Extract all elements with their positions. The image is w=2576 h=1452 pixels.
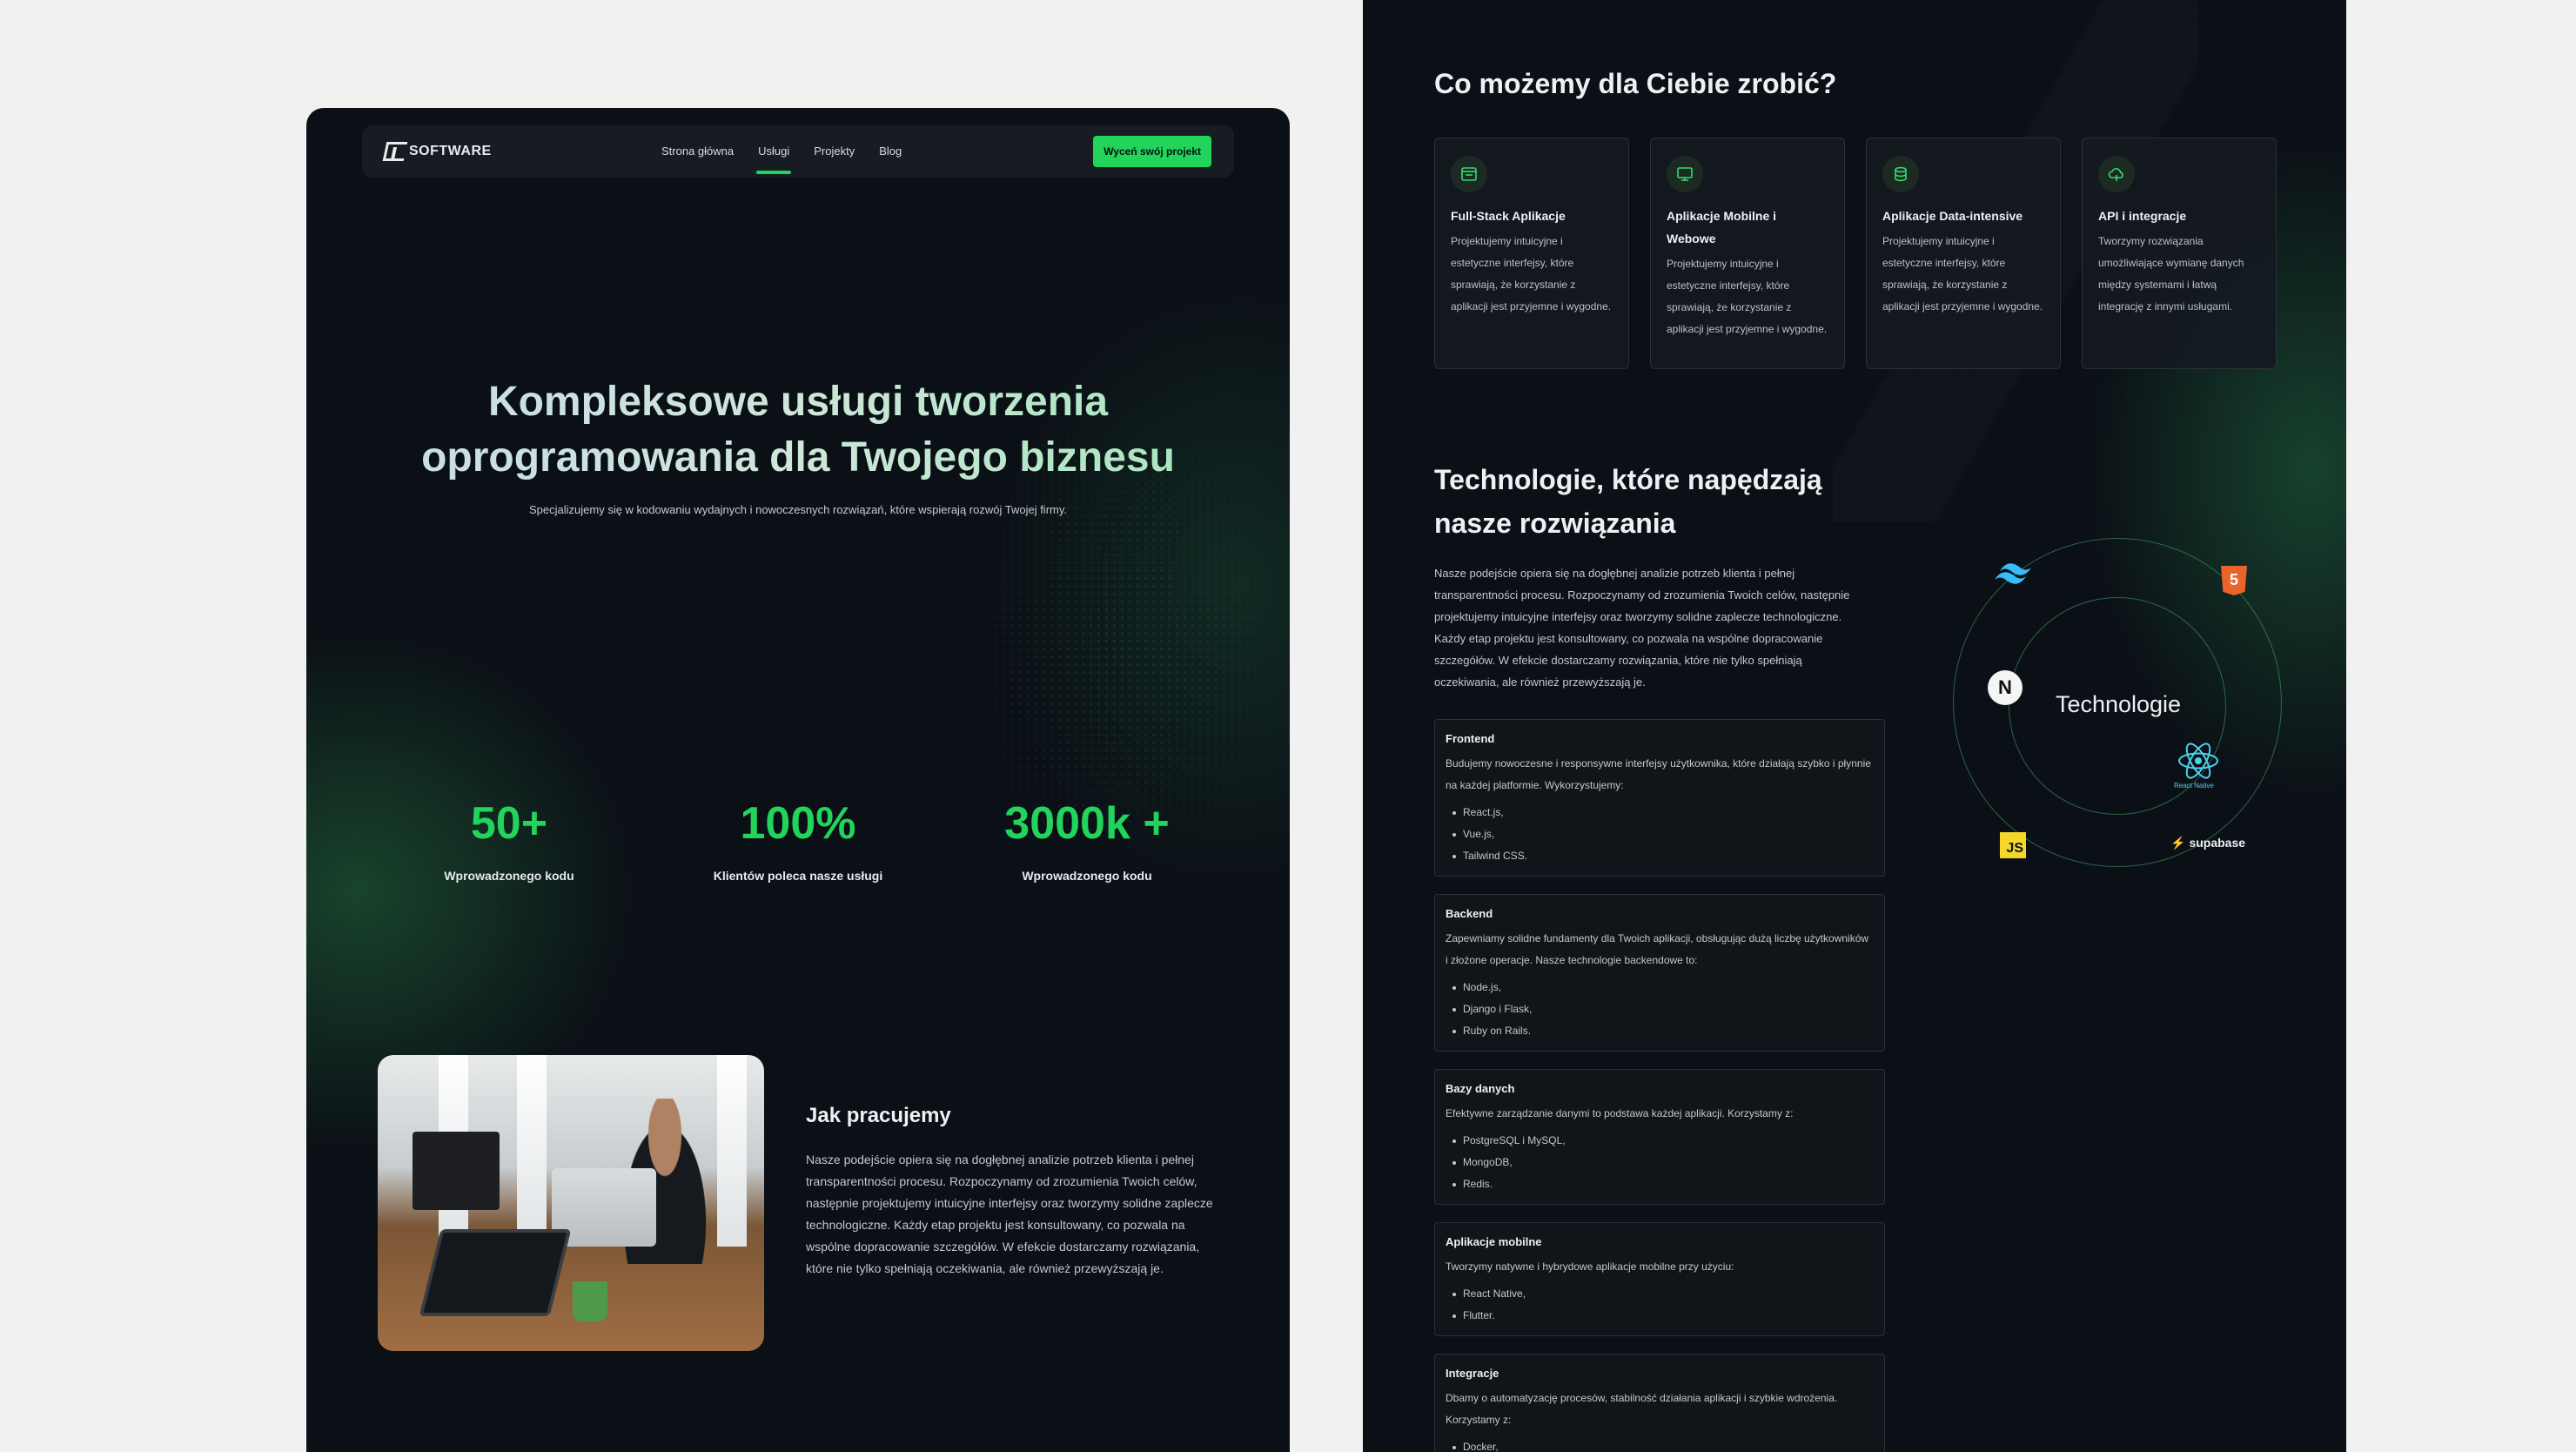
category-items: PostgreSQL i MySQL, MongoDB, Redis. <box>1446 1130 1874 1195</box>
tech-category-databases[interactable]: Bazy danych Efektywne zarządzanie danymi… <box>1434 1069 1885 1205</box>
hero-title-line2: oprogramowania dla Twojego biznesu <box>421 434 1175 481</box>
stat-label: Wprowadzonego kodu <box>444 869 574 883</box>
service-card-text: Projektujemy intuicyjne i estetyczne int… <box>1451 235 1612 313</box>
hero-subtitle: Specjalizujemy się w kodowaniu wydajnych… <box>529 503 1067 516</box>
tech-category-list: Frontend Budujemy nowoczesne i responsyw… <box>1434 719 1885 1452</box>
category-items: React.js, Vue.js, Tailwind CSS. <box>1446 802 1874 867</box>
navbar: SOFTWARE Strona główna Usługi Projekty B… <box>362 125 1234 178</box>
logo-mark-icon <box>382 142 408 161</box>
list-item: Vue.js, <box>1446 823 1874 845</box>
photo-mug <box>573 1281 607 1321</box>
photo-laptop-code <box>419 1229 572 1316</box>
react-native-label: React Native <box>2174 782 2214 790</box>
list-item: Flutter. <box>1446 1305 1874 1327</box>
data-icon <box>1882 156 1919 192</box>
nextjs-icon: N <box>1988 670 2023 705</box>
tech-category-mobile[interactable]: Aplikacje mobilne Tworzymy natywne i hyb… <box>1434 1222 1885 1336</box>
stat-code-total: 3000k + Wprowadzonego kodu <box>956 796 1218 883</box>
list-item: React.js, <box>1446 802 1874 823</box>
photo-monitor <box>413 1132 500 1210</box>
nav-link-services[interactable]: Usługi <box>756 125 792 178</box>
list-item: Django i Flask, <box>1446 998 1874 1020</box>
service-card-text: Projektujemy intuicyjne i estetyczne int… <box>1882 235 2043 313</box>
list-item: Node.js, <box>1446 977 1874 998</box>
service-card-text: Tworzymy rozwiązania umożliwiające wymia… <box>2098 235 2244 313</box>
hero-title: Kompleksowe usługi tworzenia oprogramowa… <box>306 374 1290 486</box>
hero-title-line1: Kompleksowe usługi tworzenia <box>487 379 1109 425</box>
category-desc: Dbamy o automatyzację procesów, stabilno… <box>1446 1392 1838 1426</box>
category-desc: Zapewniamy solidne fundamenty dla Twoich… <box>1446 932 1869 966</box>
office-photo <box>378 1055 764 1351</box>
supabase-text: supabase <box>2189 836 2246 850</box>
list-item: Redis. <box>1446 1173 1874 1195</box>
stat-label: Klientów poleca nasze usługi <box>713 869 883 883</box>
how-we-work-text: Nasze podejście opiera się na dogłębnej … <box>806 1153 1213 1275</box>
layout-icon <box>1451 156 1487 192</box>
tech-title: Technologie, które napędzają nasze rozwi… <box>1434 458 1922 545</box>
monitor-icon <box>1667 156 1703 192</box>
category-title: Integracje <box>1446 1367 1499 1380</box>
stat-label: Wprowadzonego kodu <box>1022 869 1152 883</box>
category-items: Node.js, Django i Flask, Ruby on Rails. <box>1446 977 1874 1042</box>
tech-category-backend[interactable]: Backend Zapewniamy solidne fundamenty dl… <box>1434 894 1885 1052</box>
tailwind-icon <box>1995 563 2031 584</box>
service-card[interactable]: Aplikacje Data-intensive Projektujemy in… <box>1866 138 2061 369</box>
list-item: MongoDB, <box>1446 1152 1874 1173</box>
nav-link-blog[interactable]: Blog <box>879 125 902 178</box>
category-desc: Tworzymy natywne i hybrydowe aplikacje m… <box>1446 1260 1734 1273</box>
list-item: PostgreSQL i MySQL, <box>1446 1130 1874 1152</box>
category-title: Aplikacje mobilne <box>1446 1235 1542 1248</box>
supabase-bolt-icon: ⚡ <box>2170 836 2186 850</box>
category-title: Bazy danych <box>1446 1082 1515 1095</box>
supabase-logo: ⚡ supabase <box>2170 836 2245 850</box>
nav-link-home[interactable]: Strona główna <box>661 125 734 178</box>
tech-title-line2: nasze rozwiązania <box>1434 508 1676 539</box>
tech-text: Nasze podejście opiera się na dogłębnej … <box>1434 567 1850 689</box>
stat-value: 50+ <box>470 798 548 849</box>
list-item: React Native, <box>1446 1283 1874 1305</box>
stat-code: 50+ Wprowadzonego kodu <box>379 796 640 883</box>
service-card[interactable]: Full-Stack Aplikacje Projektujemy intuic… <box>1434 138 1629 369</box>
photo-window <box>717 1055 747 1247</box>
how-we-work-title: Jak pracujemy <box>806 1104 951 1127</box>
service-card-title: Full-Stack Aplikacje <box>1451 209 1566 223</box>
logo[interactable]: SOFTWARE <box>382 140 492 163</box>
service-cards: Full-Stack Aplikacje Projektujemy intuic… <box>1434 138 2277 369</box>
nav-link-projects[interactable]: Projekty <box>814 125 855 178</box>
service-card-title: Aplikacje Data-intensive <box>1882 209 2023 223</box>
list-item: Ruby on Rails. <box>1446 1020 1874 1042</box>
logo-text: SOFTWARE <box>409 144 492 158</box>
service-card[interactable]: Aplikacje Mobilne i Webowe Projektujemy … <box>1650 138 1845 369</box>
tech-title-line1: Technologie, które napędzają <box>1434 464 1822 495</box>
left-page-mockup: SOFTWARE Strona główna Usługi Projekty B… <box>306 108 1290 1452</box>
category-title: Backend <box>1446 907 1493 920</box>
list-item: Tailwind CSS. <box>1446 845 1874 867</box>
stat-clients: 100% Klientów poleca nasze usługi <box>667 796 929 883</box>
tech-orbit: Technologie 5 N React Native JS ⚡ supabas… <box>1944 533 2292 881</box>
api-cloud-icon <box>2098 156 2135 192</box>
category-title: Frontend <box>1446 732 1495 745</box>
stat-value: 3000k + <box>1004 798 1170 849</box>
category-desc: Efektywne zarządzanie danymi to podstawa… <box>1446 1107 1794 1119</box>
photo-window <box>517 1055 547 1247</box>
service-card-title: API i integracje <box>2098 209 2187 223</box>
service-card-title: Aplikacje Mobilne i Webowe <box>1667 209 1777 245</box>
service-card-text: Projektujemy intuicyjne i estetyczne int… <box>1667 258 1828 335</box>
javascript-icon: JS <box>2000 832 2026 858</box>
tech-category-integrations[interactable]: Integracje Dbamy o automatyzację procesó… <box>1434 1354 1885 1452</box>
category-desc: Budujemy nowoczesne i responsywne interf… <box>1446 757 1871 791</box>
category-items: React Native, Flutter. <box>1446 1283 1874 1327</box>
list-item: Docker, <box>1446 1436 1874 1452</box>
nav-links: Strona główna Usługi Projekty Blog <box>661 125 902 178</box>
right-page-mockup: Co możemy dla Ciebie zrobić? Full-Stack … <box>1363 0 2346 1452</box>
tech-category-frontend[interactable]: Frontend Budujemy nowoczesne i responsyw… <box>1434 719 1885 877</box>
react-icon <box>2178 743 2218 779</box>
service-card[interactable]: API i integracje Tworzymy rozwiązania um… <box>2082 138 2277 369</box>
quote-project-button[interactable]: Wyceń swój projekt <box>1093 136 1211 167</box>
html5-icon: 5 <box>2221 566 2247 595</box>
services-title: Co możemy dla Ciebie zrobić? <box>1434 68 1837 99</box>
category-items: Docker, <box>1446 1436 1874 1452</box>
stat-value: 100% <box>740 798 856 849</box>
